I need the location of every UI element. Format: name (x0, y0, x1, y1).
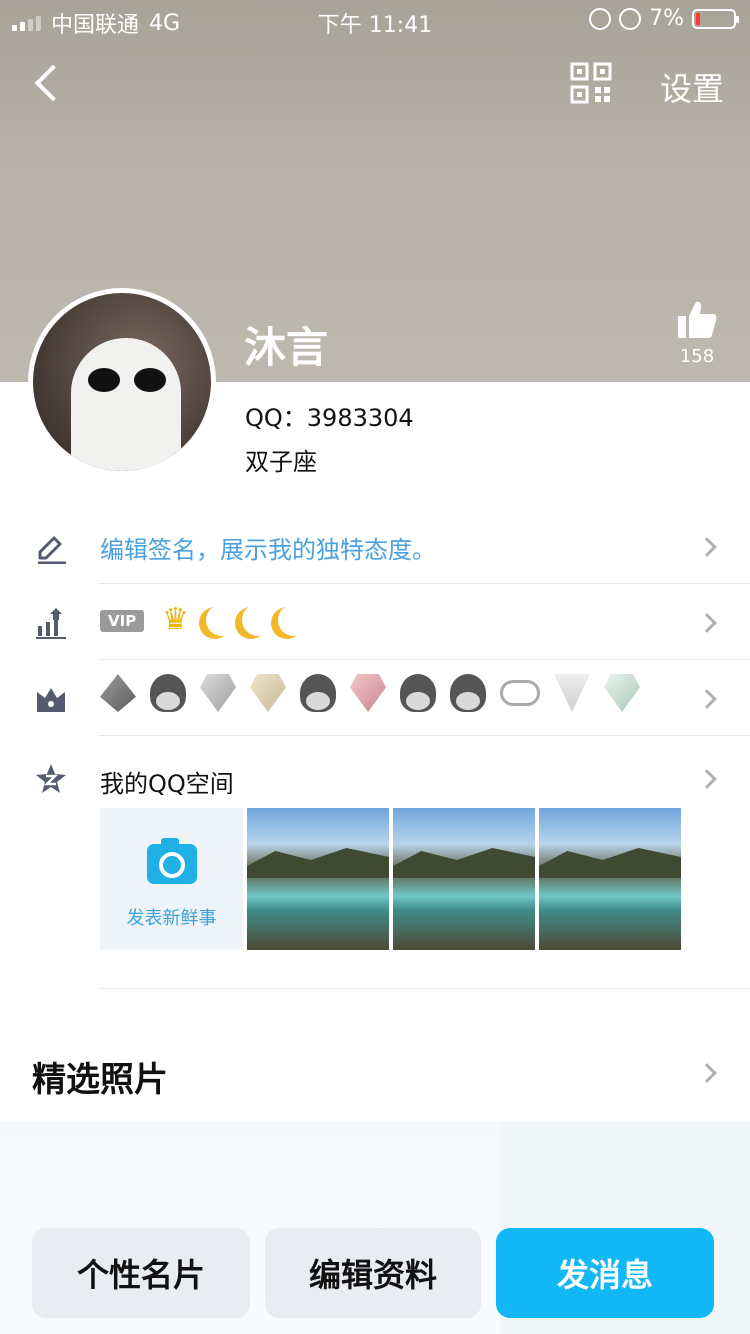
alarm-icon (589, 7, 612, 30)
status-right: 7% (589, 6, 739, 31)
heart-diamond-badge-icon (250, 674, 286, 712)
send-message-button[interactable]: 发消息 (496, 1228, 714, 1318)
crown-penguin-badge-icon (300, 674, 336, 712)
qr-code-button[interactable] (570, 62, 612, 104)
like-button[interactable]: 158 (672, 300, 722, 367)
profile-card-button[interactable]: 个性名片 (32, 1228, 250, 1318)
badges-row[interactable] (0, 660, 750, 736)
moon-icon (278, 604, 310, 636)
battery-percent: 7% (649, 6, 684, 31)
vip-level-row[interactable]: VIP ♛ (0, 584, 750, 660)
green-diamond-badge-icon (604, 674, 640, 712)
chevron-right-icon (697, 613, 717, 633)
qr-code-icon (570, 62, 612, 104)
penguin-face-badge-icon (400, 674, 436, 712)
crown-outline-icon (37, 688, 65, 712)
post-new-button[interactable]: 发表新鲜事 (100, 808, 243, 950)
qzone-star-icon (36, 764, 66, 793)
post-new-label: 发表新鲜事 (126, 908, 217, 929)
featured-photos-title[interactable]: 精选照片 (32, 1052, 168, 1101)
chevron-right-icon (697, 537, 717, 557)
vip-badge: VIP (100, 610, 145, 632)
tuxedo-badge-icon (554, 674, 590, 712)
lightning-penguin-badge-icon (450, 674, 486, 712)
battery-icon (692, 8, 739, 29)
qq-space-photos: 发表新鲜事 (100, 808, 681, 950)
rotation-lock-icon (619, 7, 642, 30)
thumbs-up-icon (678, 301, 717, 338)
diamond-badge-icon (200, 674, 236, 712)
badge-list (100, 674, 640, 712)
chevron-right-icon (697, 769, 717, 789)
status-bar: 中国联通 4G 下午 11:41 7% (0, 0, 750, 40)
camera-icon (147, 838, 197, 884)
settings-button[interactable]: 设置 (660, 64, 724, 110)
qq-space-title: 我的QQ空间 (100, 770, 234, 798)
like-count: 158 (679, 346, 715, 367)
chevron-right-icon (697, 689, 717, 709)
cloud-v-badge-icon (500, 680, 540, 706)
space-photo[interactable] (247, 808, 389, 950)
level-chart-icon (36, 608, 66, 639)
edit-profile-button[interactable]: 编辑资料 (265, 1228, 481, 1318)
crown-icon: ♛ (162, 602, 189, 637)
back-button[interactable] (28, 62, 68, 106)
chevron-right-icon[interactable] (697, 1063, 717, 1083)
pencil-icon (38, 536, 66, 564)
nickname: 沐言 (244, 323, 329, 372)
zodiac: 双子座 (245, 448, 317, 476)
moon-icon (206, 604, 238, 636)
qq-number: QQ：3983304 (245, 404, 414, 432)
avatar[interactable] (28, 288, 216, 476)
space-photo[interactable] (539, 808, 681, 950)
signature-row[interactable]: 编辑签名，展示我的独特态度。 (0, 508, 750, 584)
signature-placeholder: 编辑签名，展示我的独特态度。 (100, 536, 436, 564)
space-photo[interactable] (393, 808, 535, 950)
gem-badge-icon (100, 674, 136, 712)
moon-icon (242, 604, 274, 636)
pink-diamond-badge-icon (350, 674, 386, 712)
penguin-badge-icon (150, 674, 186, 712)
